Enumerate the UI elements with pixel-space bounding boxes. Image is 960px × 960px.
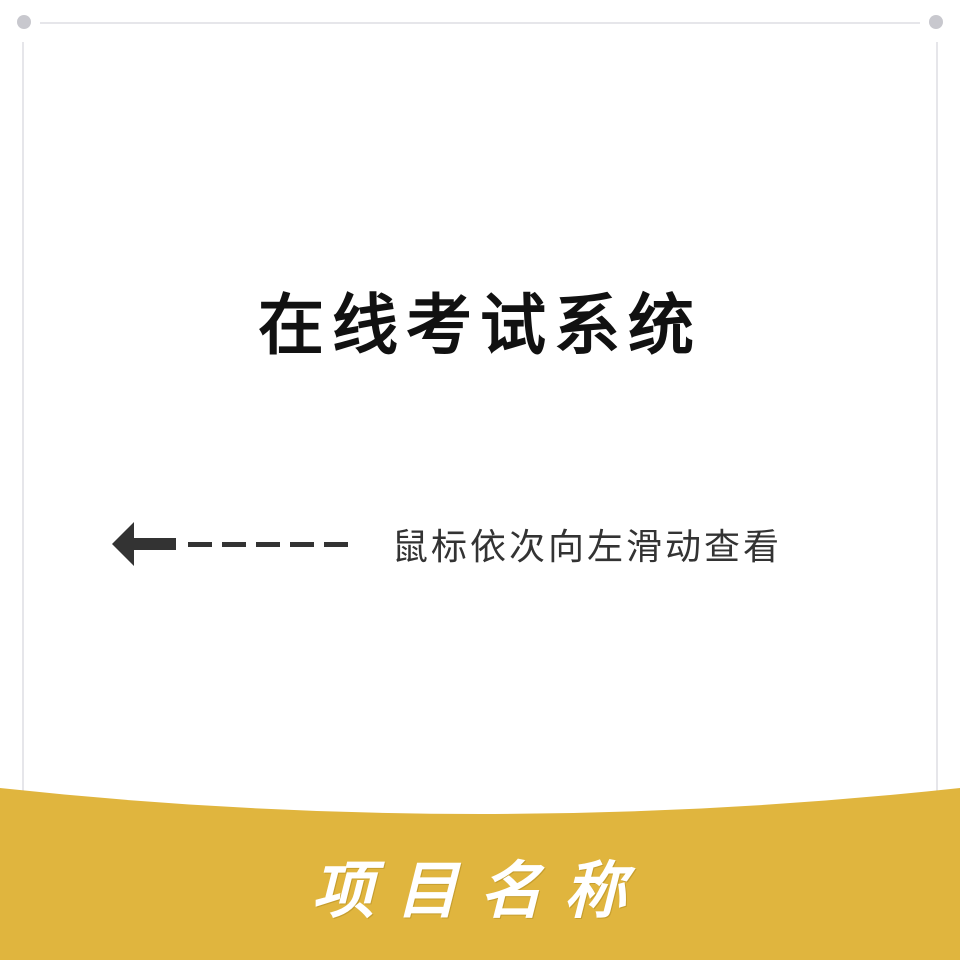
dash xyxy=(256,541,280,547)
project-name-label: 项目名称 xyxy=(311,854,648,927)
frame-left-line xyxy=(22,42,24,802)
swipe-hint: 鼠标依次向左滑动查看 xyxy=(112,518,782,570)
frame-top-line xyxy=(40,22,920,24)
dashed-line xyxy=(188,541,358,547)
dash xyxy=(188,541,212,547)
dash xyxy=(290,541,314,547)
dash xyxy=(324,541,348,547)
page-title: 在线考试系统 xyxy=(258,287,702,364)
frame-dot-left xyxy=(17,15,31,29)
dash xyxy=(222,541,246,547)
page: 在线考试系统 鼠标依次向左滑动查看 项目名称 xyxy=(0,0,960,960)
arrow-left-icon xyxy=(112,522,176,566)
frame-dot-right xyxy=(929,15,943,29)
swipe-hint-text: 鼠标依次向左滑动查看 xyxy=(392,527,783,568)
frame-right-line xyxy=(936,42,938,802)
